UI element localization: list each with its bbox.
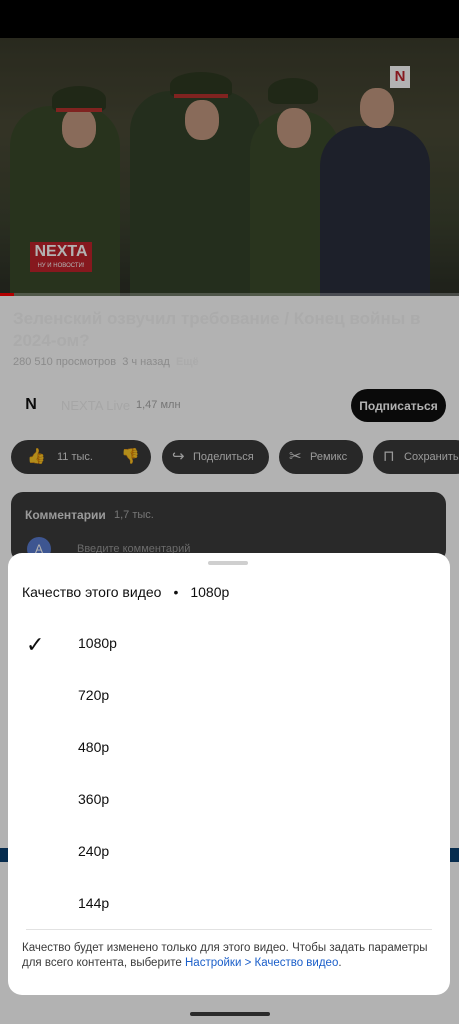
footnote-end: . <box>338 957 342 969</box>
quality-option-360p[interactable]: 360p <box>8 775 450 827</box>
quality-option-label: 1080p <box>78 635 117 651</box>
quality-option-label: 720p <box>78 687 110 703</box>
drag-handle[interactable] <box>208 561 248 565</box>
quality-option-label: 144p <box>78 895 110 911</box>
check-icon: ✓ <box>26 632 45 657</box>
current-quality: 1080p <box>190 584 230 600</box>
quality-footnote: Качество будет изменено только для этого… <box>22 941 432 971</box>
quality-settings-link[interactable]: Настройки > Качество видео <box>185 957 338 969</box>
quality-option-label: 240p <box>78 843 110 859</box>
quality-header: Качество этого видео • 1080p <box>22 584 229 600</box>
quality-option-144p[interactable]: 144p <box>8 879 450 931</box>
quality-option-label: 360p <box>78 791 110 807</box>
status-bar <box>0 0 459 38</box>
gesture-nav-bar[interactable] <box>190 1012 270 1016</box>
quality-option-label: 480p <box>78 739 110 755</box>
quality-header-separator: • <box>173 584 179 600</box>
quality-option-480p[interactable]: 480p <box>8 723 450 775</box>
quality-header-label: Качество этого видео <box>22 584 162 600</box>
divider <box>26 929 432 930</box>
quality-option-240p[interactable]: 240p <box>8 827 450 879</box>
quality-bottom-sheet: Качество этого видео • 1080p ✓ 1080p 720p … <box>8 553 450 995</box>
quality-option-720p[interactable]: 720p <box>8 671 450 723</box>
quality-option-1080p[interactable]: ✓ 1080p <box>8 619 450 671</box>
